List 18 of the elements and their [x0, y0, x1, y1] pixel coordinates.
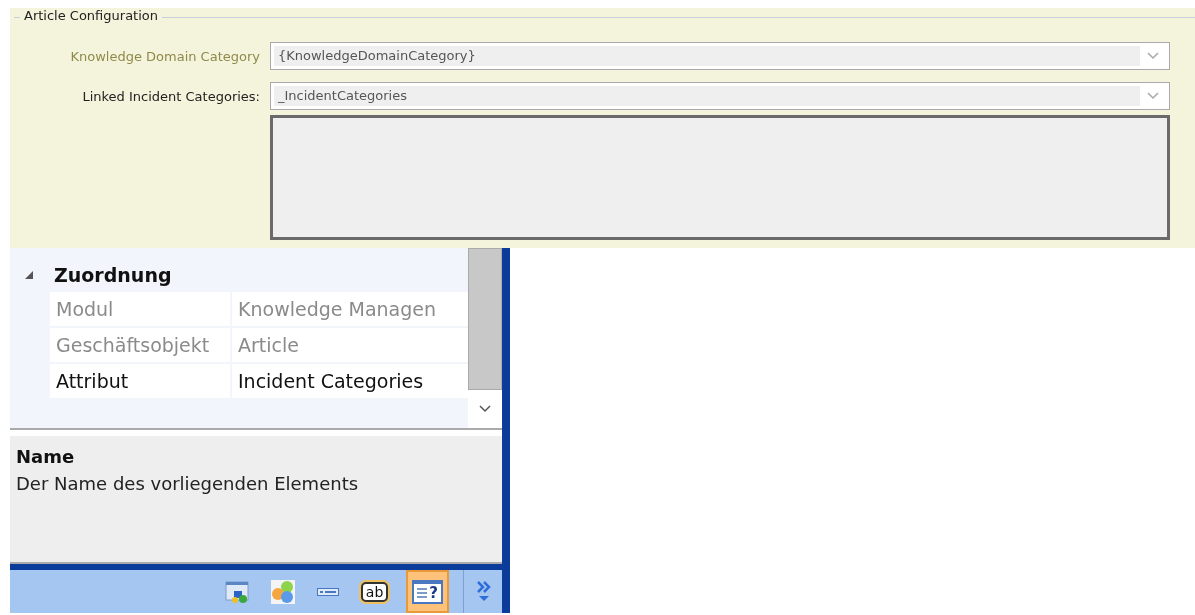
chevron-down-icon[interactable] — [479, 405, 491, 413]
property-name[interactable]: Attribut — [50, 364, 230, 398]
list-box[interactable] — [270, 115, 1170, 240]
circles-icon[interactable] — [270, 579, 295, 604]
field-label: Linked Incident Categories: — [81, 88, 260, 104]
text-field-icon[interactable] — [316, 586, 339, 597]
window-icon[interactable] — [224, 579, 249, 604]
dropdown-field[interactable]: _IncidentCategories — [270, 82, 1170, 110]
description-text: Der Name des vorliegenden Elements — [16, 473, 360, 494]
scroll-thumb[interactable] — [468, 248, 502, 390]
description-title: Name — [16, 446, 76, 467]
chevron-right-double-icon[interactable] — [476, 579, 492, 604]
label-button[interactable]: ab — [356, 570, 393, 613]
group-title: Article Configuration — [20, 8, 162, 23]
category-title: Zuordnung — [54, 264, 172, 286]
field-label: Knowledge Domain Category — [69, 48, 260, 64]
property-value[interactable]: Incident Categories — [232, 364, 468, 398]
help-button[interactable]: ? — [406, 570, 449, 613]
